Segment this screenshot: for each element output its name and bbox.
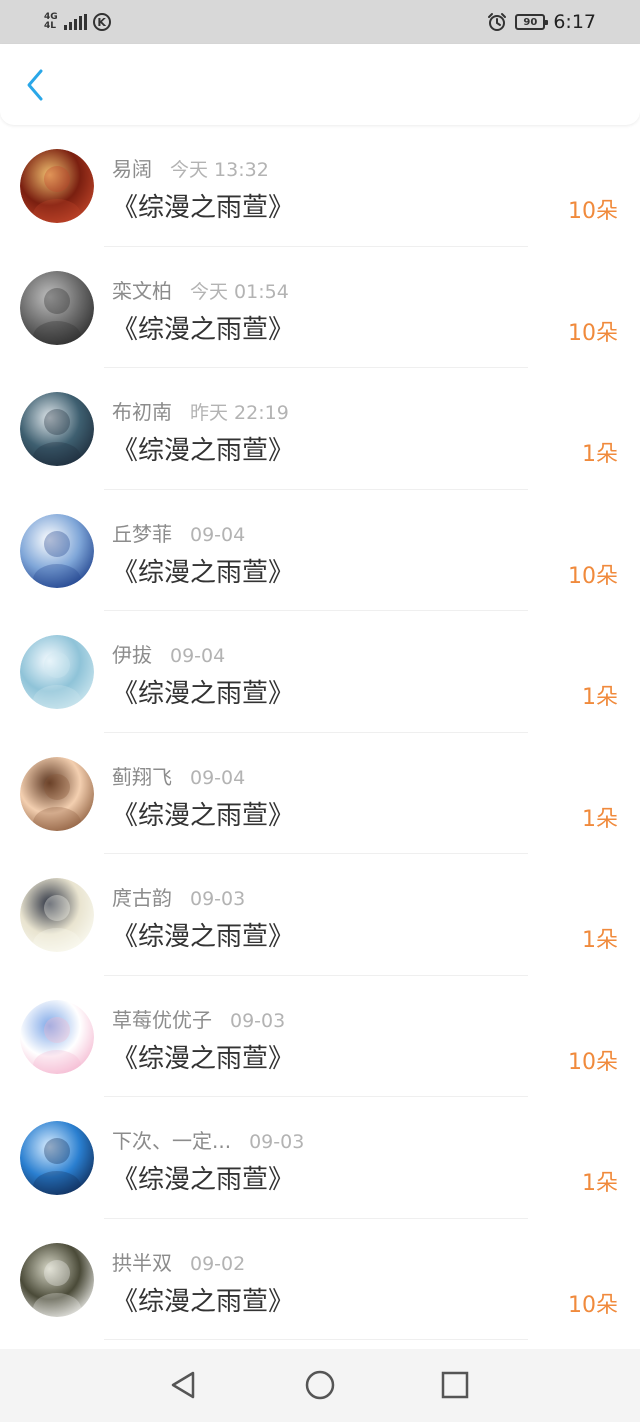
chevron-left-icon [27, 69, 43, 101]
avatar[interactable] [20, 999, 94, 1074]
timestamp: 09-04 [170, 645, 226, 667]
list-item[interactable]: 草莓优优子 09-03 《综漫之雨萱》 10朵 [0, 976, 640, 1097]
avatar[interactable] [20, 149, 94, 223]
name-time-line: 下次、一定... 09-03 [112, 1125, 304, 1154]
book-title[interactable]: 《综漫之雨萱》 [112, 552, 294, 589]
timestamp: 09-02 [190, 1252, 246, 1275]
nav-recents-button[interactable] [439, 1369, 471, 1401]
user-name[interactable]: 蓟翔飞 [112, 761, 172, 790]
timestamp: 今天 01:54 [190, 280, 289, 303]
status-left: 4G 4L K [44, 10, 111, 34]
user-name[interactable]: 下次、一定... [112, 1125, 231, 1154]
name-time-line: 蓟翔飞 09-04 [112, 761, 245, 790]
list-item[interactable]: 蓟翔飞 09-04 《综漫之雨萱》 1朵 [0, 733, 640, 854]
timestamp: 09-03 [230, 1009, 286, 1032]
avatar[interactable] [20, 878, 94, 952]
user-name[interactable]: 拱半双 [112, 1247, 172, 1276]
back-button[interactable] [18, 68, 52, 102]
network-type-bottom: 4L [44, 21, 56, 31]
user-name[interactable]: 丘梦菲 [112, 518, 172, 547]
name-time-line: 布初南 昨天 22:19 [112, 396, 289, 425]
book-title[interactable]: 《综漫之雨萱》 [112, 1281, 294, 1318]
battery-level: 90 [523, 16, 538, 28]
header [0, 44, 640, 125]
timestamp: 09-04 [190, 766, 246, 789]
user-name[interactable]: 伊拔 [112, 639, 152, 668]
avatar[interactable] [20, 270, 94, 345]
book-title[interactable]: 《综漫之雨萱》 [112, 187, 294, 224]
name-time-line: 栾文柏 今天 01:54 [112, 275, 289, 304]
list-item[interactable]: 易阔 今天 13:32 《综漫之雨萱》 10朵 [0, 125, 640, 247]
name-time-line: 伊拔 09-04 [112, 639, 225, 668]
list-item[interactable]: 布初南 昨天 22:19 《综漫之雨萱》 1朵 [0, 368, 640, 490]
status-right: 90 6:17 [487, 8, 596, 36]
carrier-badge-icon: K [92, 13, 111, 31]
nav-back-button[interactable] [167, 1369, 199, 1401]
gift-count: 10朵 [568, 1049, 618, 1075]
user-name[interactable]: 布初南 [112, 396, 172, 425]
avatar[interactable] [20, 1242, 94, 1317]
avatar[interactable] [20, 513, 94, 588]
book-title[interactable]: 《综漫之雨萱》 [112, 430, 294, 467]
list-item[interactable]: 丘梦菲 09-04 《综漫之雨萱》 10朵 [0, 490, 640, 611]
name-time-line: 草莓优优子 09-03 [112, 1004, 285, 1033]
avatar[interactable] [20, 635, 94, 709]
status-bar: 4G 4L K 90 6:17 [0, 0, 640, 44]
timestamp: 昨天 22:19 [190, 402, 289, 424]
battery-icon: 90 [515, 14, 549, 30]
user-name[interactable]: 庹古韵 [112, 882, 172, 911]
name-time-line: 庹古韵 09-03 [112, 882, 245, 911]
timestamp: 09-04 [190, 523, 246, 546]
nav-home-button[interactable] [304, 1369, 336, 1401]
list-item[interactable]: 下次、一定... 09-03 《综漫之雨萱》 1朵 [0, 1097, 640, 1219]
book-title[interactable]: 《综漫之雨萱》 [112, 1038, 294, 1075]
gift-count: 1朵 [582, 806, 618, 832]
system-nav-bar [0, 1349, 640, 1422]
book-title[interactable]: 《综漫之雨萱》 [112, 309, 294, 346]
list-item[interactable]: 庹古韵 09-03 《综漫之雨萱》 1朵 [0, 854, 640, 976]
avatar[interactable] [20, 756, 94, 831]
gift-count: 10朵 [568, 320, 618, 346]
triangle-back-icon [171, 1371, 195, 1399]
gift-count: 10朵 [568, 563, 618, 589]
gift-count: 1朵 [582, 442, 618, 467]
circle-home-icon [305, 1370, 335, 1400]
avatar[interactable] [20, 1121, 94, 1195]
book-title[interactable]: 《综漫之雨萱》 [112, 1159, 294, 1196]
network-type: 4G 4L [44, 13, 58, 31]
timestamp: 09-03 [249, 1131, 305, 1153]
gift-count: 1朵 [582, 1171, 618, 1196]
list-item[interactable]: 拱半双 09-02 《综漫之雨萱》 10朵 [0, 1219, 640, 1340]
gift-count: 10朵 [568, 199, 618, 224]
list-item[interactable]: 伊拔 09-04 《综漫之雨萱》 1朵 [0, 611, 640, 733]
user-name[interactable]: 草莓优优子 [112, 1004, 212, 1033]
timestamp: 09-03 [190, 888, 246, 910]
gift-count: 10朵 [568, 1292, 618, 1318]
book-title[interactable]: 《综漫之雨萱》 [112, 916, 294, 953]
divider [104, 1339, 528, 1340]
name-time-line: 拱半双 09-02 [112, 1247, 245, 1276]
avatar[interactable] [20, 392, 94, 466]
book-title[interactable]: 《综漫之雨萱》 [112, 673, 294, 710]
list-item[interactable]: 栾文柏 今天 01:54 《综漫之雨萱》 10朵 [0, 247, 640, 368]
gift-count: 1朵 [582, 928, 618, 953]
alarm-icon [487, 12, 507, 32]
square-recents-icon [441, 1371, 469, 1399]
status-time: 6:17 [553, 11, 596, 33]
gift-count: 1朵 [582, 685, 618, 710]
gift-record-list[interactable]: 易阔 今天 13:32 《综漫之雨萱》 10朵 栾文柏 今天 01:54 《综漫之雨萱》 10… [0, 125, 640, 1349]
name-time-line: 易阔 今天 13:32 [112, 153, 269, 182]
user-name[interactable]: 易阔 [112, 153, 152, 182]
book-title[interactable]: 《综漫之雨萱》 [112, 795, 294, 832]
timestamp: 今天 13:32 [170, 159, 269, 181]
user-name[interactable]: 栾文柏 [112, 275, 172, 304]
name-time-line: 丘梦菲 09-04 [112, 518, 245, 547]
signal-icon [63, 14, 87, 30]
